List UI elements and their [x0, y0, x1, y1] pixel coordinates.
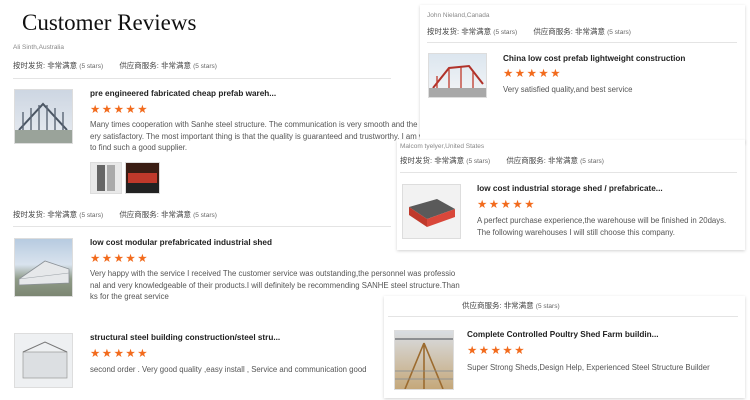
rating-row: 按时发货: 非常满意 (5 stars) 供应商服务: 非常满意 (5 star…: [400, 155, 604, 166]
service-value: 非常满意: [161, 210, 191, 219]
product-thumbnail[interactable]: [14, 333, 73, 388]
divider: [388, 316, 738, 317]
reviewer-name: Ali Sinth,Australia: [13, 44, 64, 51]
product-thumbnail[interactable]: [428, 53, 487, 98]
building-photo-icon: [97, 165, 115, 191]
rating-row: 按时发货: 非常满意 (5 stars) 供应商服务: 非常满意 (5 star…: [13, 209, 217, 220]
star-rating: ★★★★★: [503, 68, 563, 80]
product-thumbnail[interactable]: [394, 330, 454, 390]
service-value: 非常满意: [575, 27, 605, 36]
rating-row: 按时发货: 非常满意 (5 stars) 供应商服务: 非常满意 (5 star…: [427, 26, 631, 37]
red-frame-image: [429, 64, 486, 97]
product-title[interactable]: China low cost prefab lightweight constr…: [503, 54, 685, 63]
delivery-label: 按时发货:: [400, 156, 433, 165]
divider: [427, 42, 737, 43]
reviewer-name: John Nieland,Canada: [427, 12, 490, 19]
product-title[interactable]: structural steel building construction/s…: [90, 333, 280, 342]
delivery-value: 非常满意: [47, 61, 78, 70]
service-label: 供应商服务:: [119, 61, 159, 70]
steel-building-image: [22, 341, 68, 379]
review-photo[interactable]: [90, 162, 122, 194]
delivery-value: 非常满意: [47, 210, 78, 219]
delivery-stars-text: (5 stars): [493, 29, 518, 36]
product-thumbnail[interactable]: [402, 184, 461, 239]
star-rating: ★★★★★: [90, 253, 150, 265]
product-title[interactable]: pre engineered fabricated cheap prefab w…: [90, 89, 276, 98]
delivery-stars-text: (5 stars): [466, 158, 491, 165]
poultry-shed-image: [395, 338, 453, 389]
rating-row: 按时发货: 非常满意 (5 stars) 供应商服务: 非常满意 (5 star…: [13, 60, 217, 71]
service-label: 供应商服务:: [506, 156, 546, 165]
delivery-label: 按时发货:: [13, 61, 46, 70]
delivery-label: 按时发货:: [427, 27, 460, 36]
service-label: 供应商服务:: [533, 27, 573, 36]
storage-shed-image: [409, 199, 455, 227]
delivery-label: 按时发货:: [13, 210, 46, 219]
service-stars-text: (5 stars): [193, 212, 217, 219]
rating-row: 供应商服务: 非常满意 (5 stars): [462, 300, 560, 311]
page-title: Customer Reviews: [22, 10, 197, 35]
service-stars-text: (5 stars): [193, 63, 217, 70]
industrial-shed-image: [18, 260, 70, 286]
service-value: 非常满意: [161, 61, 191, 70]
star-rating: ★★★★★: [90, 348, 150, 360]
product-thumbnail[interactable]: [14, 89, 73, 144]
divider: [13, 226, 391, 227]
review-text: A perfect purchase experience,the wareho…: [477, 216, 727, 237]
service-stars-text: (5 stars): [580, 158, 604, 165]
service-value: 非常满意: [503, 301, 534, 310]
star-rating: ★★★★★: [90, 104, 150, 116]
review-text: second order . Very good quality ,easy i…: [90, 365, 367, 374]
review-photo[interactable]: [125, 162, 160, 194]
service-stars-text: (5 stars): [607, 29, 631, 36]
divider: [13, 78, 391, 79]
product-title[interactable]: low cost modular prefabricated industria…: [90, 238, 272, 247]
service-stars-text: (5 stars): [535, 303, 560, 310]
product-title[interactable]: low cost industrial storage shed / prefa…: [477, 184, 663, 193]
star-rating: ★★★★★: [477, 199, 537, 211]
service-label: 供应商服务:: [119, 210, 159, 219]
product-thumbnail[interactable]: [14, 238, 73, 297]
review-text: Super Strong Sheds,Design Help, Experien…: [467, 363, 710, 372]
steel-frame-image: [15, 102, 72, 143]
reviewer-name: Malcom tyelyer,United States: [400, 143, 485, 150]
product-title[interactable]: Complete Controlled Poultry Shed Farm bu…: [467, 330, 659, 339]
divider: [400, 172, 737, 173]
delivery-value: 非常满意: [461, 27, 492, 36]
delivery-stars-text: (5 stars): [79, 63, 104, 70]
star-rating: ★★★★★: [467, 345, 527, 357]
service-value: 非常满意: [548, 156, 578, 165]
shed-photo-icon: [126, 173, 159, 193]
service-label: 供应商服务:: [462, 301, 502, 310]
delivery-value: 非常满意: [434, 156, 465, 165]
review-text: Very satisfied quality,and best service: [503, 85, 633, 94]
delivery-stars-text: (5 stars): [79, 212, 104, 219]
